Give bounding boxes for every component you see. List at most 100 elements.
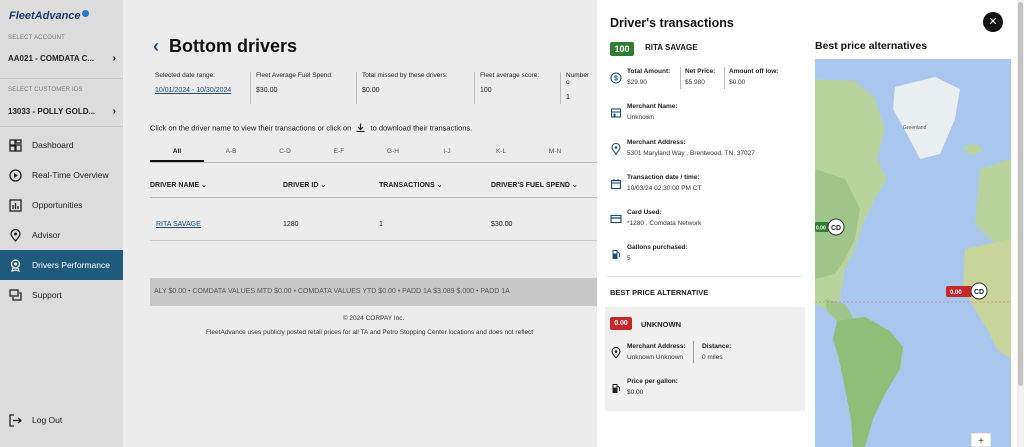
stat-label: Fleet average score: xyxy=(480,72,540,79)
svg-text:$: $ xyxy=(614,76,618,83)
logout-button[interactable]: Log Out xyxy=(0,405,123,435)
score-badge: 100 xyxy=(610,42,634,56)
driver-badge-icon xyxy=(8,258,22,272)
divider xyxy=(607,276,801,277)
col-transactions[interactable]: TRANSACTIONS ⌄ xyxy=(379,175,491,197)
field-label: Distance: xyxy=(702,343,732,350)
field-value: $0.00 xyxy=(627,389,644,396)
stat-label: Fleet Average Fuel Spend: xyxy=(256,72,333,79)
nav-support[interactable]: Support xyxy=(0,280,123,310)
instructions: Click on the driver name to view their t… xyxy=(150,123,472,134)
chat-icon xyxy=(8,288,22,302)
select-account-label: SELECT ACCOUNT xyxy=(8,35,66,41)
divider xyxy=(724,67,725,89)
nav-advisor[interactable]: Advisor xyxy=(0,220,123,250)
tab-g-h[interactable]: G-H xyxy=(366,142,420,162)
field-value: Unknown Unknown xyxy=(627,354,684,361)
sidebar: FleetAdvance SELECT ACCOUNT AA021 - COMD… xyxy=(0,0,123,447)
back-arrow-icon[interactable]: ‹ xyxy=(153,36,159,57)
scrollbar[interactable] xyxy=(1017,0,1024,447)
field-label: Merchant Address: xyxy=(627,139,686,146)
divider xyxy=(693,341,694,363)
best-price-heading: BEST PRICE ALTERNATIVE xyxy=(610,288,709,297)
total-amount-field: Total Amount: $29.90 xyxy=(627,68,670,86)
field-label: Merchant Name: xyxy=(627,103,678,110)
merchant-address-field: Merchant Address: 5301 Maryland Way , Bre… xyxy=(627,139,755,157)
tab-e-f[interactable]: E-F xyxy=(312,142,366,162)
bpa-ppg-field: Price per gallon: $0.00 xyxy=(627,378,678,396)
stat-fleet-score: Fleet average score: 100 xyxy=(475,72,561,104)
fleetadvance-logo[interactable]: FleetAdvance xyxy=(9,10,89,22)
scrollbar-thumb[interactable] xyxy=(1018,2,1023,386)
field-label: Total Amount: xyxy=(627,68,671,75)
field-label: Transaction date / time: xyxy=(627,174,700,181)
stat-date-range: Selected date range: 10/01/2024 - 10/30/2… xyxy=(150,72,251,104)
instruction-text: Click on the driver name to view their t… xyxy=(150,123,352,133)
calendar-icon xyxy=(610,177,622,190)
disclaimer: FleetAdvance uses publicly posted retail… xyxy=(206,329,534,336)
tab-k-l[interactable]: K-L xyxy=(474,142,528,162)
dollar-icon: $ xyxy=(610,71,622,84)
stat-value: $30.00 xyxy=(256,87,278,94)
panel-title: Driver's transactions xyxy=(610,16,734,30)
location-pin-icon xyxy=(610,142,622,155)
field-label: Gallons purchased: xyxy=(627,244,688,251)
map-land xyxy=(893,77,960,159)
comdata-logo-icon: CD xyxy=(974,289,984,296)
stat-label: Number o xyxy=(566,72,590,86)
nav-label: Dashboard xyxy=(32,140,74,150)
marker-price: 0.00 xyxy=(816,226,826,232)
divider xyxy=(680,67,681,89)
col-fuel-spend[interactable]: DRIVER'S FUEL SPEND ⌄ xyxy=(491,175,597,197)
nav-dashboard[interactable]: Dashboard xyxy=(0,130,123,160)
field-label: Amount off low: xyxy=(729,68,779,75)
close-icon[interactable]: ✕ xyxy=(983,12,1003,32)
map-canvas: Greenland 0.00 CD 0.00 CD + xyxy=(815,77,1011,447)
date-range-link[interactable]: 10/01/2024 - 10/30/2024 xyxy=(155,87,245,94)
chevron-down-icon: ⌄ xyxy=(200,182,207,189)
transactions-panel: Driver's transactions 100 RITA SAVAGE $ … xyxy=(597,0,1017,447)
stat-label: Selected date range: xyxy=(155,72,215,79)
amount-off-field: Amount off low: $0.00 xyxy=(729,68,778,86)
tab-i-j[interactable]: I-J xyxy=(420,142,474,162)
driver-id-cell: 1280 xyxy=(283,221,299,228)
page-header: ‹ Bottom drivers xyxy=(153,36,297,57)
nav-drivers-performance[interactable]: Drivers Performance xyxy=(0,250,123,280)
nav-label: Advisor xyxy=(32,230,61,240)
chevron-down-icon: ⌄ xyxy=(436,182,443,189)
merchant-name-field: Merchant Name: Unknown xyxy=(627,103,678,121)
driver-name-link[interactable]: RITA SAVAGE xyxy=(150,210,283,240)
field-label: Price per gallon: xyxy=(627,378,678,385)
alphabet-tabs: All A-B C-D E-F G-H I-J K-L M-N xyxy=(150,142,597,163)
col-driver-id[interactable]: DRIVER ID ⌄ xyxy=(283,175,379,197)
logout-label: Log Out xyxy=(32,415,63,425)
stat-fleet-avg-spend: Fleet Average Fuel Spend: $30.00 xyxy=(251,72,357,104)
price-map[interactable]: Greenland 0.00 CD 0.00 CD + xyxy=(815,59,1011,447)
page-title: Bottom drivers xyxy=(169,36,298,56)
stat-label: Total missed by these drivers: xyxy=(362,72,448,79)
tab-c-d[interactable]: C-D xyxy=(258,142,312,162)
bpa-address-field: Merchant Address: Unknown Unknown xyxy=(627,343,686,361)
field-value: 5 xyxy=(627,255,631,262)
field-value: *1280 . Comdata Network xyxy=(627,220,702,227)
account-selector[interactable]: AA021 - COMDATA C... › xyxy=(8,53,116,64)
tab-all[interactable]: All xyxy=(150,142,204,162)
nav-opportunities[interactable]: Opportunities xyxy=(0,190,123,220)
tab-m-n[interactable]: M-N xyxy=(528,142,582,162)
map-land xyxy=(833,317,903,447)
customer-selector[interactable]: 13033 - POLLY GOLD... › xyxy=(8,106,116,117)
map-land xyxy=(963,143,983,156)
nav-label: Support xyxy=(32,290,62,300)
fuel-pump-icon xyxy=(610,381,622,393)
nav-real-time-overview[interactable]: Real-Time Overview xyxy=(0,160,123,190)
location-pin-icon xyxy=(8,228,22,242)
transactions-cell: 1 xyxy=(379,221,383,228)
nav-label: Real-Time Overview xyxy=(32,170,109,180)
field-value: 10/03/24 02:30:00 PM CT xyxy=(627,185,702,192)
fuel-spend-cell: $30.00 xyxy=(491,221,513,228)
tab-a-b[interactable]: A-B xyxy=(204,142,258,162)
field-value: 0 miles xyxy=(702,354,723,361)
col-driver-name[interactable]: DRIVER NAME ⌄ xyxy=(150,175,283,197)
stat-value: 100 xyxy=(480,87,492,94)
map-land xyxy=(975,159,1011,244)
